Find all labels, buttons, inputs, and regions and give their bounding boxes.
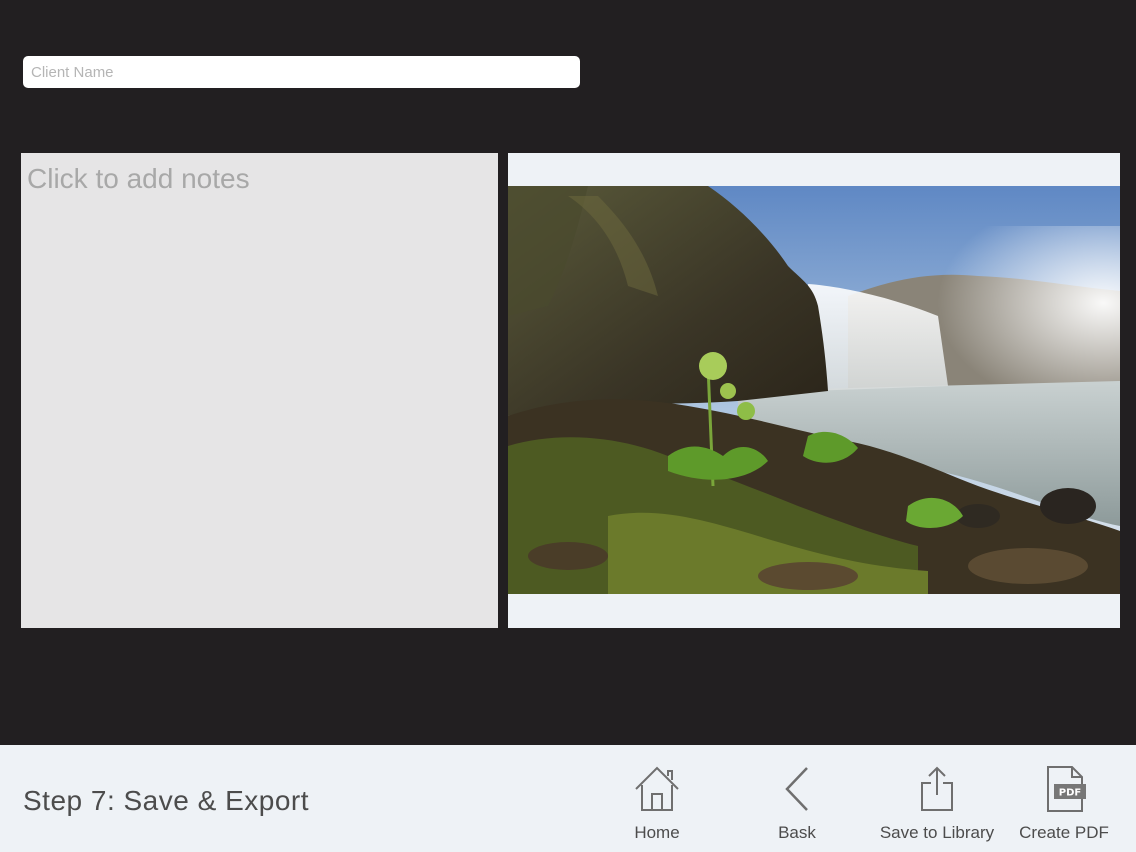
save-to-library-label: Save to Library (879, 823, 995, 842)
home-label: Home (634, 823, 680, 842)
bottom-toolbar: Step 7: Save & Export Home Bask Save to … (0, 745, 1136, 852)
pdf-icon-text: PDF (1059, 788, 1081, 799)
home-icon (631, 763, 683, 815)
create-pdf-button[interactable]: PDF Create PDF (1010, 745, 1118, 852)
notes-textarea[interactable] (21, 153, 498, 628)
step-title: Step 7: Save & Export (23, 785, 309, 816)
chevron-left-icon (771, 763, 823, 815)
client-name-input[interactable] (23, 56, 580, 88)
save-to-library-button[interactable]: Save to Library (870, 745, 1004, 852)
home-button[interactable]: Home (616, 745, 698, 852)
waterfall-photo (508, 186, 1120, 594)
photo-frame[interactable] (508, 153, 1120, 628)
back-label: Bask (778, 823, 816, 842)
create-pdf-label: Create PDF (1019, 823, 1109, 842)
pdf-document-icon: PDF (1038, 763, 1090, 815)
share-upload-icon (911, 763, 963, 815)
back-button[interactable]: Bask (756, 745, 838, 852)
